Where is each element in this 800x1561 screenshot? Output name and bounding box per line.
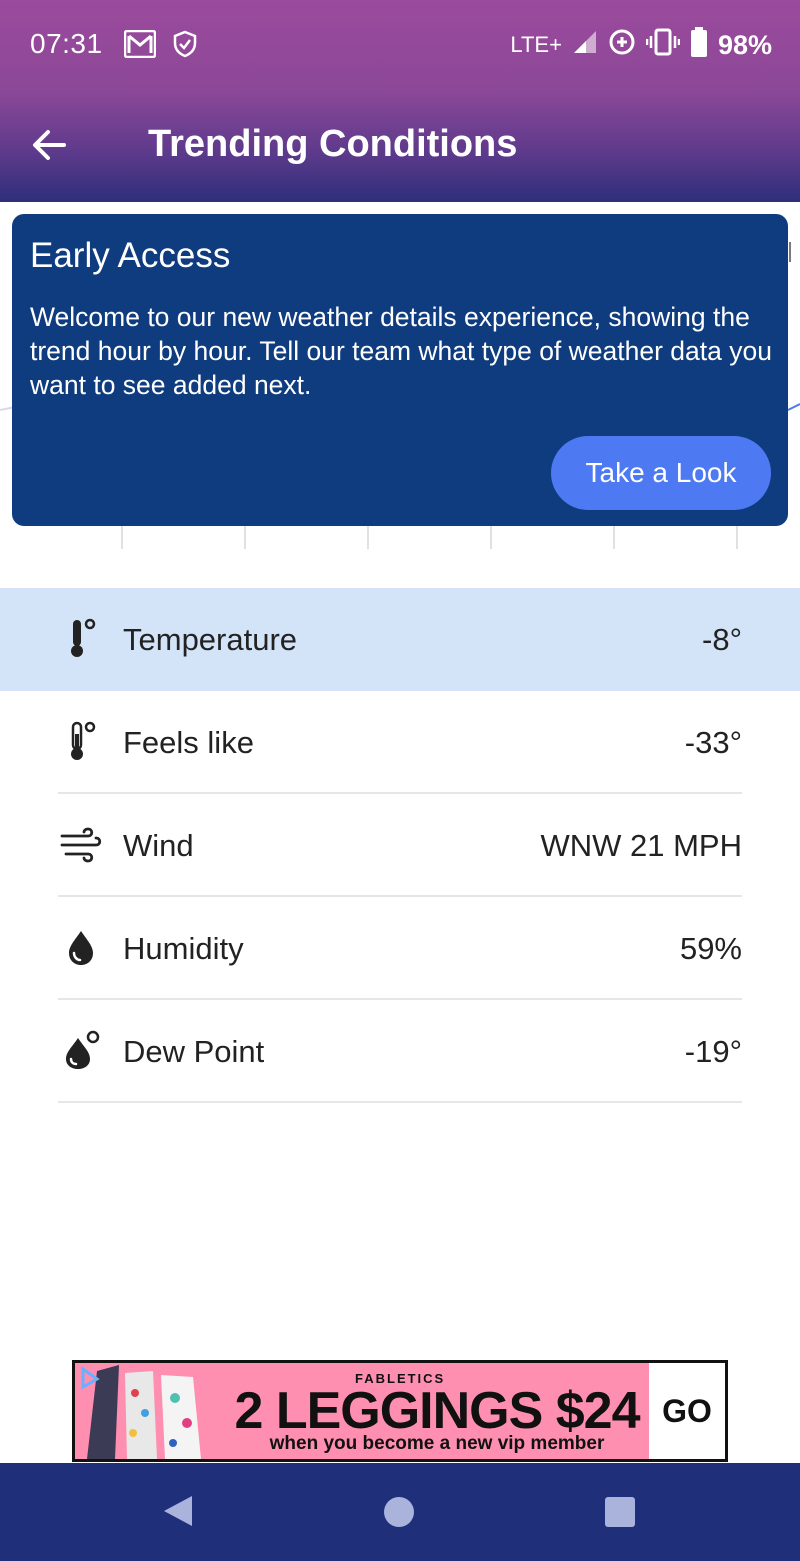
condition-row-wind[interactable]: Wind WNW 21 MPH bbox=[0, 794, 800, 897]
chart-tick bbox=[613, 525, 615, 549]
vibrate-icon bbox=[645, 28, 681, 63]
card-body: Welcome to our new weather details exper… bbox=[30, 302, 772, 400]
divider bbox=[58, 1101, 742, 1103]
ad-banner[interactable]: FABLETICS 2 LEGGINGS $24 when you become… bbox=[72, 1360, 728, 1462]
condition-label: Dew Point bbox=[123, 1034, 265, 1069]
chart-tick bbox=[121, 525, 123, 549]
condition-label: Feels like bbox=[123, 725, 254, 760]
take-a-look-button[interactable]: Take a Look bbox=[551, 436, 771, 510]
status-time: 07:31 bbox=[30, 28, 103, 59]
card-title: Early Access bbox=[30, 236, 231, 275]
battery-icon bbox=[690, 26, 708, 64]
condition-label: Wind bbox=[123, 828, 194, 863]
status-indicators: LTE+ 98% bbox=[510, 26, 772, 64]
ad-image bbox=[75, 1363, 215, 1459]
nav-home-button[interactable] bbox=[384, 1497, 414, 1527]
condition-value: -19° bbox=[684, 1034, 742, 1069]
nav-recents-button[interactable] bbox=[605, 1497, 635, 1527]
chart-tick bbox=[367, 525, 369, 549]
header: 07:31 LTE+ 98% Trending Conditions bbox=[0, 0, 800, 202]
chart-tick bbox=[736, 525, 738, 549]
condition-value: -8° bbox=[702, 622, 742, 657]
conditions-list: Temperature -8° Feels like -33° Wind WNW… bbox=[0, 588, 800, 1103]
chart-tick bbox=[244, 525, 246, 549]
page-title: Trending Conditions bbox=[148, 123, 518, 165]
system-nav-bar bbox=[0, 1463, 800, 1561]
condition-label: Humidity bbox=[123, 931, 244, 966]
data-saver-icon bbox=[608, 28, 636, 63]
nav-back-button[interactable] bbox=[162, 1494, 194, 1533]
arrow-left-icon bbox=[33, 130, 66, 160]
signal-icon bbox=[572, 29, 598, 62]
condition-row-temperature[interactable]: Temperature -8° bbox=[0, 588, 800, 691]
feels-like-thermometer-icon bbox=[60, 720, 104, 764]
network-type: LTE+ bbox=[510, 32, 562, 57]
ad-subline: when you become a new vip member bbox=[269, 1433, 605, 1454]
gmail-icon bbox=[123, 29, 157, 63]
condition-value: -33° bbox=[684, 725, 742, 760]
ad-go-button[interactable]: GO bbox=[649, 1363, 725, 1459]
condition-value: WNW 21 MPH bbox=[540, 828, 743, 863]
thermometer-icon bbox=[60, 617, 104, 661]
dew-point-icon bbox=[60, 1029, 104, 1073]
humidity-drop-icon bbox=[60, 926, 104, 970]
triangle-back-icon bbox=[164, 1496, 192, 1526]
early-access-card: Early Access Welcome to our new weather … bbox=[12, 214, 788, 526]
battery-percent: 98% bbox=[717, 29, 772, 60]
condition-label: Temperature bbox=[123, 622, 298, 657]
app-bar: Trending Conditions bbox=[0, 95, 800, 202]
back-button[interactable] bbox=[28, 123, 72, 167]
condition-value: 59% bbox=[679, 931, 742, 966]
condition-row-dew-point[interactable]: Dew Point -19° bbox=[0, 1000, 800, 1103]
status-bar: 07:31 LTE+ 98% bbox=[0, 0, 800, 90]
chart-tick bbox=[490, 525, 492, 549]
wind-icon bbox=[60, 823, 104, 867]
shield-icon bbox=[173, 30, 197, 63]
condition-row-humidity[interactable]: Humidity 59% bbox=[0, 897, 800, 1000]
ad-headline: 2 LEGGINGS $24 bbox=[234, 1382, 640, 1440]
condition-row-feels-like[interactable]: Feels like -33° bbox=[0, 691, 800, 794]
